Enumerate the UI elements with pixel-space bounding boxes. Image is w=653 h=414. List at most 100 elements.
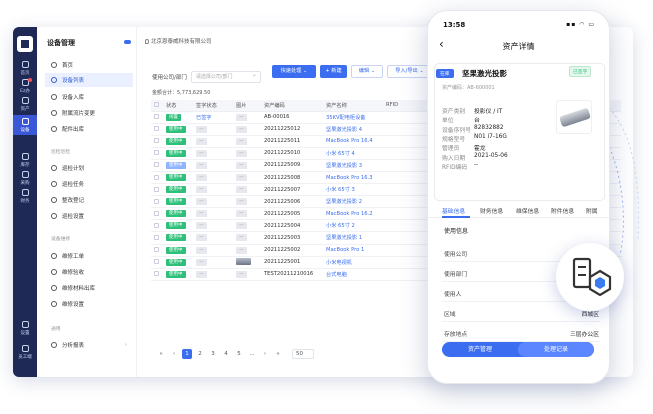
nav-item-parts-outbound[interactable]: 配件出库: [45, 122, 133, 136]
select-all-checkbox[interactable]: [154, 102, 159, 108]
tab-maintenance-info[interactable]: 维保信息: [516, 206, 539, 215]
row-checkbox-cell[interactable]: [151, 111, 163, 124]
sidebar-toggle[interactable]: [124, 40, 131, 44]
row-checkbox-cell[interactable]: [151, 123, 163, 136]
select-all-header[interactable]: [151, 100, 163, 112]
nav-item-home[interactable]: 首页: [45, 58, 133, 72]
row-checkbox-cell[interactable]: [151, 244, 163, 257]
row-checkbox[interactable]: [154, 186, 159, 192]
first-page-button[interactable]: «: [156, 349, 166, 359]
page-5[interactable]: 5: [234, 349, 244, 359]
rail-item-settings[interactable]: 设置: [13, 321, 37, 336]
asset-code-cell: 20211225006: [261, 195, 323, 209]
row-checkbox[interactable]: [154, 259, 159, 265]
asset-name-link[interactable]: MacBook Pro 16.3: [323, 171, 383, 185]
row-checkbox[interactable]: [154, 138, 159, 144]
asset-name-link[interactable]: 小米电视机: [323, 256, 383, 269]
page-size-select[interactable]: 50: [292, 349, 314, 359]
asset-name-link[interactable]: 小米 65寸 3: [323, 183, 383, 197]
tab-basic-info[interactable]: 基础信息: [442, 206, 465, 215]
row-checkbox-cell[interactable]: [151, 231, 163, 245]
rail-item-finance[interactable]: 财务: [13, 189, 37, 204]
col-asset-code[interactable]: 资产编码: [261, 100, 323, 112]
rail-item-home[interactable]: 首页: [13, 61, 37, 76]
nav-item-device-list[interactable]: 设备列表: [45, 73, 133, 87]
row-checkbox-cell[interactable]: [151, 207, 163, 221]
nav-item-repair-settings[interactable]: 维修设置: [45, 297, 133, 311]
sidebar-title: 设备管理: [47, 39, 75, 47]
row-checkbox[interactable]: [154, 198, 159, 204]
row-checkbox-cell[interactable]: [151, 135, 163, 148]
asset-name-link[interactable]: 坚果激光投影 4: [323, 123, 383, 136]
new-button[interactable]: + 新建: [320, 65, 347, 78]
row-checkbox-cell[interactable]: [151, 219, 163, 233]
row-checkbox[interactable]: [154, 150, 159, 156]
row-checkbox-cell[interactable]: [151, 256, 163, 269]
row-checkbox-cell[interactable]: [151, 183, 163, 197]
asset-name-link[interactable]: 小米 65寸 2: [323, 219, 383, 233]
row-checkbox[interactable]: [154, 126, 159, 132]
row-checkbox-cell[interactable]: [151, 171, 163, 185]
tab-finance-info[interactable]: 财务信息: [480, 206, 503, 215]
row-checkbox[interactable]: [154, 247, 159, 253]
row-checkbox[interactable]: [154, 234, 159, 240]
quick-process-button[interactable]: 快速处理 ⌄: [272, 65, 316, 78]
row-checkbox[interactable]: [154, 222, 159, 228]
asset-name-link[interactable]: MacBook Pro 1: [323, 244, 383, 257]
nav-item-repair-orders[interactable]: 维修工单: [45, 249, 133, 263]
asset-name-link[interactable]: MacBook Pro 16.4: [323, 135, 383, 148]
page-3[interactable]: 3: [208, 349, 218, 359]
company-department-select[interactable]: 请选择公司/部门: [190, 70, 261, 83]
nav-item-repair-acceptance[interactable]: 维修验收: [45, 265, 133, 279]
row-checkbox[interactable]: [154, 162, 159, 168]
import-export-button[interactable]: 导入/导出 ⌄: [387, 65, 432, 78]
row-checkbox[interactable]: [154, 210, 159, 216]
rail-item-inventory[interactable]: 库存: [13, 153, 37, 168]
asset-name-link[interactable]: 35KV配电柜设备: [323, 111, 383, 124]
row-checkbox[interactable]: [154, 271, 159, 277]
process-record-button[interactable]: 处理记录: [518, 342, 594, 357]
rail-item-staff[interactable]: 员工端: [13, 345, 37, 360]
asset-management-button[interactable]: 资产管理: [442, 342, 518, 357]
asset-name-link[interactable]: 坚果激光投影 1: [323, 231, 383, 245]
nav-item-device-inbound[interactable]: 设备入库: [45, 90, 133, 104]
device-thumbnail[interactable]: [236, 258, 251, 266]
row-checkbox[interactable]: [154, 114, 159, 120]
page-2[interactable]: 2: [195, 349, 205, 359]
tab-attachment-info[interactable]: 附件信息: [551, 206, 574, 215]
edit-button[interactable]: 编辑 ⌄: [351, 65, 383, 78]
nav-item-reports[interactable]: 分析报表 ›: [45, 338, 133, 352]
nav-item-inspection-plan[interactable]: 巡检计划: [45, 161, 133, 175]
asset-name-link[interactable]: 坚果激光投影 3: [323, 159, 383, 172]
col-image[interactable]: 图片: [233, 100, 261, 112]
col-asset-name[interactable]: 资产名称: [323, 100, 383, 112]
nav-item-rectification[interactable]: 整改登记: [45, 193, 133, 207]
asset-name-link[interactable]: 小米 65寸 4: [323, 147, 383, 160]
rail-item-purchase[interactable]: 采购: [13, 171, 37, 186]
tab-accessory[interactable]: 附属: [586, 206, 598, 215]
nav-item-attachment-change[interactable]: 附属流片变更: [45, 106, 133, 120]
prev-page-button[interactable]: ‹: [169, 349, 179, 359]
page-1[interactable]: 1: [182, 349, 192, 359]
row-checkbox-cell[interactable]: [151, 268, 163, 281]
col-status[interactable]: 状态: [163, 100, 193, 112]
rail-item-devices[interactable]: 设备: [13, 115, 37, 135]
row-checkbox-cell[interactable]: [151, 159, 163, 172]
last-page-button[interactable]: »: [273, 349, 283, 359]
row-checkbox-cell[interactable]: [151, 195, 163, 209]
asset-name-link[interactable]: 坚果激光投影 2: [323, 195, 383, 209]
row-checkbox[interactable]: [154, 174, 159, 180]
asset-name-link[interactable]: MacBook Pro 16.2: [323, 207, 383, 221]
page-4[interactable]: 4: [221, 349, 231, 359]
nav-item-repair-materials[interactable]: 维修材料出库: [45, 281, 133, 295]
page-ellipsis[interactable]: ...: [247, 349, 257, 359]
col-sign-status[interactable]: 签字状态: [193, 100, 233, 112]
rail-item-office[interactable]: Ez办: [13, 78, 37, 94]
nav-item-inspection-settings[interactable]: 巡检设置: [45, 209, 133, 223]
rail-item-assets[interactable]: 资产: [13, 97, 37, 112]
row-checkbox-cell[interactable]: [151, 147, 163, 160]
next-page-button[interactable]: ›: [260, 349, 270, 359]
nav-item-inspection-task[interactable]: 巡检任务: [45, 177, 133, 191]
asset-name-link[interactable]: 台式电脑: [323, 268, 383, 281]
usage-row[interactable]: 存放地点 三层办公区: [444, 329, 599, 338]
